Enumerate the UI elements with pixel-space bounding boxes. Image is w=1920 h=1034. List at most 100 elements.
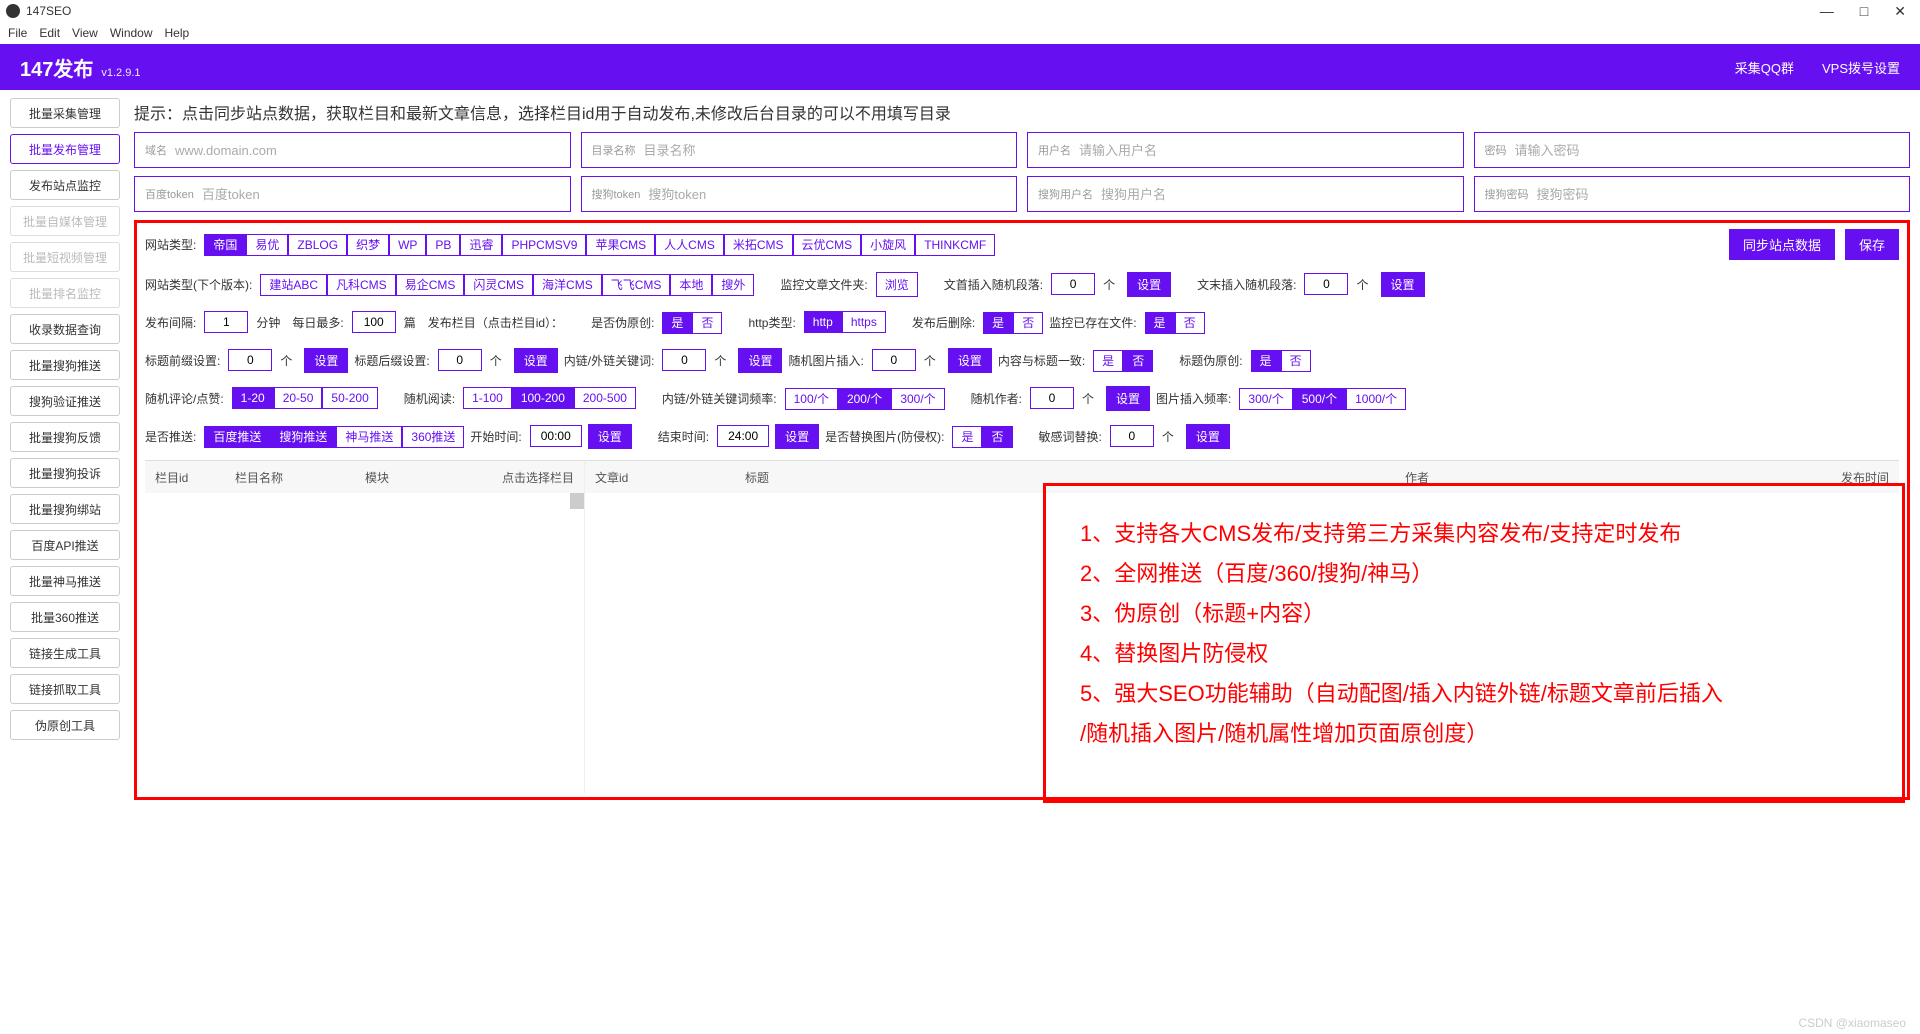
- rand-read-option[interactable]: 1-100: [463, 387, 512, 409]
- th-title[interactable]: 标题: [735, 469, 1035, 486]
- text-input[interactable]: [202, 187, 560, 202]
- end-time-set[interactable]: 设置: [775, 424, 819, 449]
- scrollbar-thumb[interactable]: [570, 493, 584, 509]
- text-input[interactable]: [1515, 143, 1900, 158]
- th-col-id[interactable]: 栏目id: [145, 469, 225, 486]
- site-type-option[interactable]: ZBLOG: [288, 234, 347, 256]
- minimize-button[interactable]: —: [1820, 3, 1834, 20]
- header-link-vps[interactable]: VPS拨号设置: [1822, 58, 1900, 77]
- rand-read-option[interactable]: 100-200: [512, 387, 574, 409]
- sidebar-item-2[interactable]: 发布站点监控: [10, 170, 120, 200]
- img-freq-option[interactable]: 300/个: [1239, 388, 1292, 410]
- sidebar-item-17[interactable]: 伪原创工具: [10, 710, 120, 740]
- site-type-option[interactable]: 迅睿: [460, 234, 502, 256]
- interval-input[interactable]: [204, 311, 248, 333]
- sidebar-item-6[interactable]: 收录数据查询: [10, 314, 120, 344]
- tail-rand-input[interactable]: [1304, 273, 1348, 295]
- site-type-next-option[interactable]: 搜外: [712, 274, 754, 296]
- text-input[interactable]: [648, 187, 1006, 202]
- push-option[interactable]: 神马推送: [336, 426, 402, 448]
- rand-img-set[interactable]: 设置: [948, 348, 992, 373]
- rand-comment-option[interactable]: 1-20: [232, 387, 274, 409]
- push-option[interactable]: 百度推送: [204, 426, 270, 448]
- head-rand-set[interactable]: 设置: [1127, 272, 1171, 297]
- daily-max-input[interactable]: [352, 311, 396, 333]
- text-input[interactable]: [1079, 143, 1453, 158]
- site-type-option[interactable]: 小旋风: [861, 234, 915, 256]
- sidebar-item-7[interactable]: 批量搜狗推送: [10, 350, 120, 380]
- rand-img-input[interactable]: [872, 349, 916, 371]
- title-pre-set[interactable]: 设置: [304, 348, 348, 373]
- close-button[interactable]: ✕: [1894, 3, 1906, 20]
- end-time-input[interactable]: [717, 425, 769, 447]
- site-type-next-option[interactable]: 凡科CMS: [327, 274, 396, 296]
- rand-comment-option[interactable]: 50-200: [322, 387, 377, 409]
- sidebar-item-8[interactable]: 搜狗验证推送: [10, 386, 120, 416]
- sidebar-item-14[interactable]: 批量360推送: [10, 602, 120, 632]
- menu-view[interactable]: View: [72, 26, 98, 40]
- site-type-option[interactable]: 帝国: [204, 234, 246, 256]
- img-freq-option[interactable]: 500/个: [1293, 388, 1346, 410]
- site-type-option[interactable]: 人人CMS: [655, 234, 724, 256]
- site-type-next-option[interactable]: 飞飞CMS: [602, 274, 671, 296]
- sidebar-item-9[interactable]: 批量搜狗反馈: [10, 422, 120, 452]
- link-kw-input[interactable]: [662, 349, 706, 371]
- replace-img-option[interactable]: 否: [982, 426, 1012, 448]
- link-kw-set[interactable]: 设置: [738, 348, 782, 373]
- site-type-option[interactable]: WP: [389, 234, 426, 256]
- fake-orig-option[interactable]: 是: [662, 312, 692, 334]
- content-title-option[interactable]: 否: [1123, 350, 1153, 372]
- table-right-body[interactable]: 1、支持各大CMS发布/支持第三方采集内容发布/支持定时发布 2、全网推送（百度…: [585, 493, 1899, 793]
- site-type-next-option[interactable]: 建站ABC: [260, 274, 327, 296]
- content-title-option[interactable]: 是: [1093, 350, 1123, 372]
- del-after-option[interactable]: 否: [1013, 312, 1043, 334]
- sidebar-item-12[interactable]: 百度API推送: [10, 530, 120, 560]
- title-pre-input[interactable]: [228, 349, 272, 371]
- sidebar-item-16[interactable]: 链接抓取工具: [10, 674, 120, 704]
- text-input[interactable]: [1537, 187, 1900, 202]
- link-freq-option[interactable]: 100/个: [785, 388, 838, 410]
- th-article-id[interactable]: 文章id: [585, 469, 735, 486]
- sidebar-item-15[interactable]: 链接生成工具: [10, 638, 120, 668]
- rand-author-input[interactable]: [1030, 387, 1074, 409]
- text-input[interactable]: [175, 143, 560, 158]
- rand-read-option[interactable]: 200-500: [574, 387, 636, 409]
- monitor-exist-option[interactable]: 否: [1175, 312, 1205, 334]
- site-type-option[interactable]: 织梦: [347, 234, 389, 256]
- sidebar-item-11[interactable]: 批量搜狗绑站: [10, 494, 120, 524]
- start-time-set[interactable]: 设置: [588, 424, 632, 449]
- site-type-next-option[interactable]: 易企CMS: [396, 274, 465, 296]
- menu-edit[interactable]: Edit: [39, 26, 60, 40]
- text-input[interactable]: [644, 143, 1007, 158]
- link-freq-option[interactable]: 300/个: [891, 388, 944, 410]
- title-fake-option[interactable]: 是: [1251, 350, 1281, 372]
- site-type-option[interactable]: 云优CMS: [793, 234, 862, 256]
- rand-comment-option[interactable]: 20-50: [274, 387, 323, 409]
- table-left-body[interactable]: [145, 493, 584, 793]
- start-time-input[interactable]: [530, 425, 582, 447]
- menu-help[interactable]: Help: [165, 26, 190, 40]
- title-fake-option[interactable]: 否: [1281, 350, 1311, 372]
- link-freq-option[interactable]: 200/个: [838, 388, 891, 410]
- push-option[interactable]: 360推送: [402, 426, 464, 448]
- site-type-next-option[interactable]: 本地: [670, 274, 712, 296]
- push-option[interactable]: 搜狗推送: [270, 426, 336, 448]
- sync-button[interactable]: 同步站点数据: [1729, 229, 1835, 260]
- site-type-option[interactable]: PB: [426, 234, 460, 256]
- text-input[interactable]: [1101, 187, 1453, 202]
- sens-input[interactable]: [1110, 425, 1154, 447]
- header-link-qq[interactable]: 采集QQ群: [1735, 58, 1794, 77]
- menu-file[interactable]: File: [8, 26, 27, 40]
- site-type-option[interactable]: PHPCMSV9: [502, 234, 586, 256]
- fake-orig-option[interactable]: 否: [692, 312, 722, 334]
- sens-set[interactable]: 设置: [1186, 424, 1230, 449]
- th-select[interactable]: 点击选择栏目: [465, 469, 584, 486]
- th-col-name[interactable]: 栏目名称: [225, 469, 355, 486]
- save-button[interactable]: 保存: [1845, 229, 1899, 260]
- site-type-next-option[interactable]: 闪灵CMS: [464, 274, 533, 296]
- tail-rand-set[interactable]: 设置: [1381, 272, 1425, 297]
- site-type-option[interactable]: 苹果CMS: [586, 234, 655, 256]
- th-module[interactable]: 模块: [355, 469, 465, 486]
- site-type-next-option[interactable]: 海洋CMS: [533, 274, 602, 296]
- monitor-exist-option[interactable]: 是: [1145, 312, 1175, 334]
